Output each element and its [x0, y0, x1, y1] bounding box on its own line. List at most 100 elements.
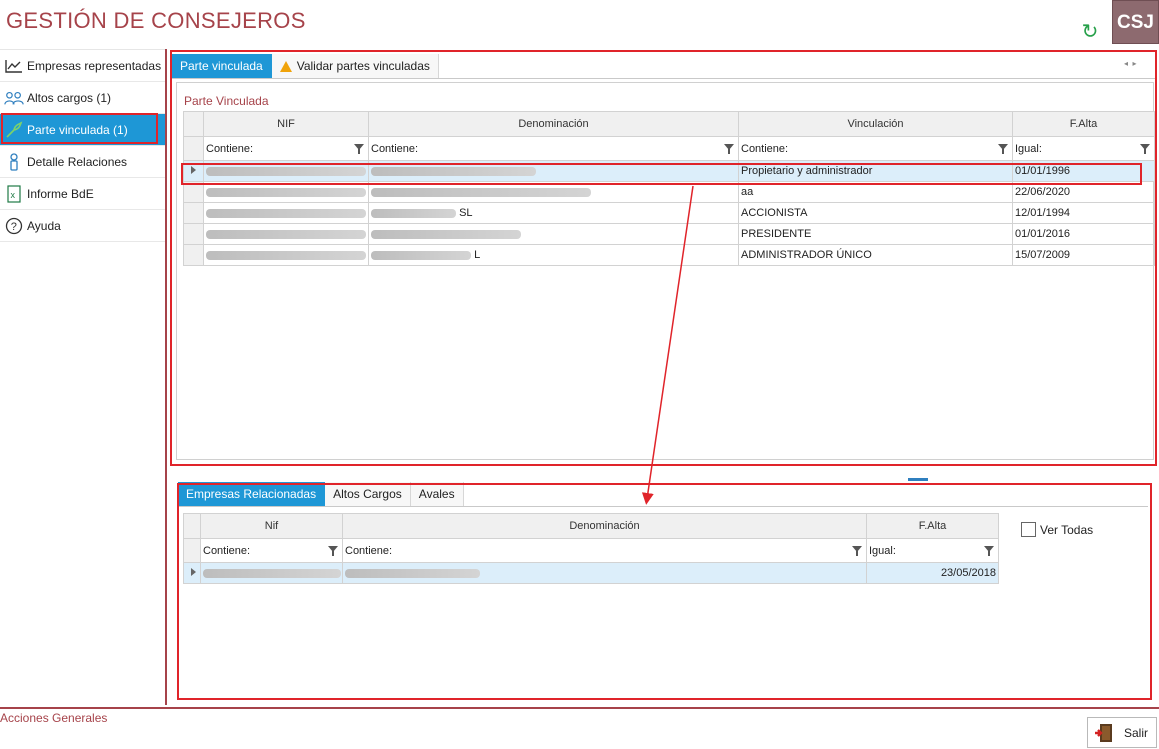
sidebar-item-label: Altos cargos (1) [27, 90, 112, 105]
tab-altos-cargos[interactable]: Altos Cargos [325, 482, 411, 506]
section-label: Parte Vinculada [184, 94, 269, 108]
footer-divider [0, 707, 1159, 709]
redacted-value [371, 187, 591, 197]
filter-icon[interactable] [724, 144, 734, 154]
row-indicator [183, 562, 201, 584]
tab-empresas-relacionadas[interactable]: Empresas Relacionadas [178, 482, 326, 506]
exit-door-icon [1094, 723, 1114, 743]
top-tabbar: Parte vinculada Validar partes vinculada… [172, 54, 1156, 79]
sidebar-item-altos-cargos[interactable]: Altos cargos (1) [0, 82, 165, 114]
filter-icon[interactable] [998, 144, 1008, 154]
cell-falta[interactable]: 15/07/2009 [1012, 244, 1155, 266]
users-icon [4, 88, 24, 108]
cell-text: L [474, 249, 481, 261]
svg-text:x: x [11, 190, 16, 200]
filter-icon[interactable] [354, 144, 364, 154]
column-header-falta[interactable]: F.Alta [1012, 111, 1155, 137]
link-icon [4, 120, 24, 140]
checkbox-label: Ver Todas [1040, 522, 1094, 537]
cell-denominacion[interactable]: L [368, 244, 739, 266]
cell-falta[interactable]: 01/01/1996 [1012, 160, 1155, 182]
table-row[interactable]: 23/05/2018 [183, 562, 999, 584]
table-row[interactable]: PRESIDENTE 01/01/2016 [183, 223, 1155, 245]
column-header-denominacion[interactable]: Denominación [342, 513, 867, 539]
splitter-handle[interactable] [908, 478, 928, 481]
filter-icon[interactable] [852, 546, 862, 556]
filter-denominacion[interactable]: Contiene: [342, 538, 867, 563]
tab-parte-vinculada[interactable]: Parte vinculada [172, 54, 272, 78]
row-indicator-header [183, 513, 201, 539]
cell-nif[interactable] [203, 160, 369, 182]
cell-denominacion[interactable] [342, 562, 867, 584]
column-header-nif[interactable]: Nif [200, 513, 343, 539]
row-indicator-header [183, 111, 204, 137]
cell-vinculacion[interactable]: ACCIONISTA [738, 202, 1013, 224]
cell-denominacion[interactable] [368, 181, 739, 203]
filter-icon[interactable] [1140, 144, 1150, 154]
cell-falta[interactable]: 12/01/1994 [1012, 202, 1155, 224]
column-header-denominacion[interactable]: Denominación [368, 111, 739, 137]
cell-vinculacion[interactable]: Propietario y administrador [738, 160, 1013, 182]
sidebar-item-informe-bde[interactable]: x Informe BdE [0, 178, 165, 210]
cell-nif[interactable] [200, 562, 343, 584]
cell-denominacion[interactable] [368, 160, 739, 182]
sidebar-item-detalle-relaciones[interactable]: Detalle Relaciones [0, 146, 165, 178]
sidebar-item-parte-vinculada[interactable]: Parte vinculada (1) [0, 114, 165, 146]
filter-label: Igual: [1015, 142, 1042, 155]
filter-icon[interactable] [984, 546, 994, 556]
column-header-falta[interactable]: F.Alta [866, 513, 999, 539]
filter-vinculacion[interactable]: Contiene: [738, 136, 1013, 161]
row-indicator [183, 181, 204, 203]
filter-nif[interactable]: Contiene: [200, 538, 343, 563]
filter-label: Contiene: [206, 142, 254, 155]
cell-falta[interactable]: 23/05/2018 [866, 562, 999, 584]
row-indicator [183, 223, 204, 245]
sidebar-item-label: Empresas representadas [27, 58, 162, 73]
row-indicator [183, 202, 204, 224]
redacted-value [345, 568, 480, 578]
row-indicator [183, 538, 201, 563]
salir-button[interactable]: Salir [1087, 717, 1157, 748]
column-header-nif[interactable]: NIF [203, 111, 369, 137]
sidebar-item-ayuda[interactable]: ? Ayuda [0, 210, 165, 242]
filter-nif[interactable]: Contiene: [203, 136, 369, 161]
filter-label: Igual: [869, 544, 896, 557]
tab-scroll-arrows[interactable]: ◂ ▸ [1124, 59, 1136, 68]
filter-falta[interactable]: Igual: [1012, 136, 1155, 161]
redacted-value [206, 229, 366, 239]
tab-avales[interactable]: Avales [410, 482, 464, 506]
table-row[interactable]: SL ACCIONISTA 12/01/1994 [183, 202, 1155, 224]
sidebar-item-label: Ayuda [27, 218, 61, 233]
table-row[interactable]: aa 22/06/2020 [183, 181, 1155, 203]
filter-icon[interactable] [328, 546, 338, 556]
cell-denominacion[interactable] [368, 223, 739, 245]
acciones-generales-label: Acciones Generales [0, 711, 108, 725]
chart-icon [4, 56, 24, 76]
cell-falta[interactable]: 01/01/2016 [1012, 223, 1155, 245]
warning-icon [279, 60, 292, 72]
refresh-icon[interactable]: ↻ [1078, 20, 1102, 44]
cell-denominacion[interactable]: SL [368, 202, 739, 224]
redacted-value [206, 208, 366, 218]
cell-vinculacion[interactable]: PRESIDENTE [738, 223, 1013, 245]
checkbox-box[interactable] [1021, 522, 1036, 537]
sidebar: Empresas representadas Altos cargos (1) … [0, 49, 165, 705]
table-row[interactable]: L ADMINISTRADOR ÚNICO 15/07/2009 [183, 244, 1155, 266]
app-title: GESTIÓN DE CONSEJEROS [6, 8, 306, 33]
cell-nif[interactable] [203, 244, 369, 266]
ver-todas-checkbox[interactable]: Ver Todas [1021, 522, 1093, 537]
cell-nif[interactable] [203, 181, 369, 203]
cell-vinculacion[interactable]: aa [738, 181, 1013, 203]
cell-nif[interactable] [203, 223, 369, 245]
cell-falta[interactable]: 22/06/2020 [1012, 181, 1155, 203]
tab-validar-partes-vinculadas[interactable]: Validar partes vinculadas [271, 54, 439, 78]
cell-nif[interactable] [203, 202, 369, 224]
sidebar-item-empresas-representadas[interactable]: Empresas representadas [0, 50, 165, 82]
column-header-vinculacion[interactable]: Vinculación [738, 111, 1013, 137]
filter-denominacion[interactable]: Contiene: [368, 136, 739, 161]
bottom-tabbar: Empresas Relacionadas Altos Cargos Avale… [178, 482, 1148, 507]
filter-falta[interactable]: Igual: [866, 538, 999, 563]
cell-vinculacion[interactable]: ADMINISTRADOR ÚNICO [738, 244, 1013, 266]
table-row[interactable]: Propietario y administrador 01/01/1996 [183, 160, 1155, 182]
filter-label: Contiene: [203, 544, 251, 557]
